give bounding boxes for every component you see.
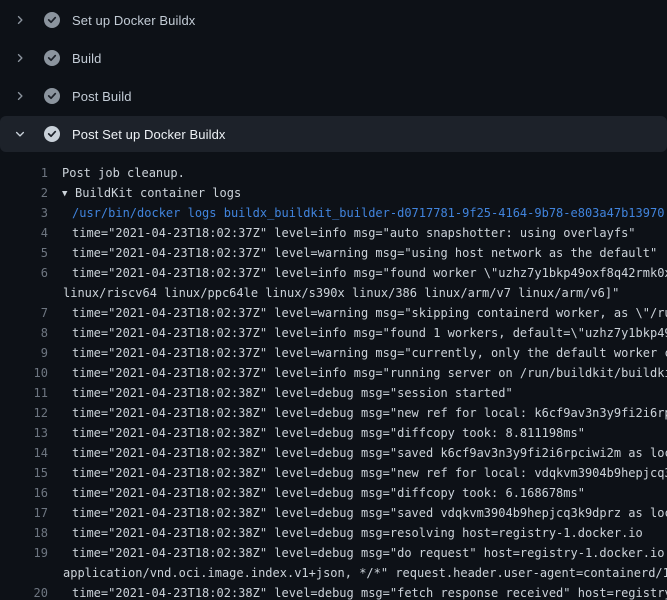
step-label: Build <box>72 51 101 66</box>
log-line-number[interactable]: 2 <box>0 183 48 203</box>
check-circle-icon <box>44 88 60 104</box>
log-line: 14 time="2021-04-23T18:02:38Z" level=deb… <box>0 443 667 463</box>
log-line: 9 time="2021-04-23T18:02:37Z" level=warn… <box>0 343 667 363</box>
log-line-text: time="2021-04-23T18:02:37Z" level=info m… <box>62 223 636 243</box>
log-line-number[interactable]: 6 <box>0 263 48 283</box>
log-line: 11 time="2021-04-23T18:02:38Z" level=deb… <box>0 383 667 403</box>
step-label: Post Set up Docker Buildx <box>72 127 226 142</box>
log-line-text: time="2021-04-23T18:02:38Z" level=debug … <box>62 523 643 543</box>
step-label: Post Build <box>72 89 132 104</box>
log-line: 1 Post job cleanup. <box>0 163 667 183</box>
log-line-number[interactable]: 13 <box>0 423 48 443</box>
log-line-text: /usr/bin/docker logs buildx_buildkit_bui… <box>62 203 664 223</box>
log-line-number[interactable]: 1 <box>0 163 48 183</box>
log-line-number[interactable]: 19 <box>0 543 48 563</box>
log-line-text: time="2021-04-23T18:02:38Z" level=debug … <box>62 503 667 523</box>
log-line-text: linux/riscv64 linux/ppc64le linux/s390x … <box>62 283 619 303</box>
log-line-number[interactable]: 15 <box>0 463 48 483</box>
chevron-down-icon <box>12 126 28 142</box>
check-circle-icon <box>44 126 60 142</box>
log-line-text: time="2021-04-23T18:02:38Z" level=debug … <box>62 463 667 483</box>
log-line-number[interactable]: 18 <box>0 523 48 543</box>
log-line-text: time="2021-04-23T18:02:38Z" level=debug … <box>62 483 585 503</box>
log-line-number[interactable]: 5 <box>0 243 48 263</box>
group-collapse-caret-icon: ▼ <box>62 184 75 204</box>
log-line-text: time="2021-04-23T18:02:38Z" level=debug … <box>62 543 667 563</box>
log-line-text: time="2021-04-23T18:02:38Z" level=debug … <box>62 583 667 600</box>
log-line: linux/riscv64 linux/ppc64le linux/s390x … <box>0 283 667 303</box>
log-line: 8 time="2021-04-23T18:02:37Z" level=info… <box>0 323 667 343</box>
log-line: 18 time="2021-04-23T18:02:38Z" level=deb… <box>0 523 667 543</box>
log-line-text: time="2021-04-23T18:02:38Z" level=debug … <box>62 423 585 443</box>
log-line-text: time="2021-04-23T18:02:37Z" level=info m… <box>62 363 667 383</box>
log-line: 4 time="2021-04-23T18:02:37Z" level=info… <box>0 223 667 243</box>
log-line-text: time="2021-04-23T18:02:37Z" level=warnin… <box>62 243 657 263</box>
log-line: 15 time="2021-04-23T18:02:38Z" level=deb… <box>0 463 667 483</box>
log-line-text: time="2021-04-23T18:02:37Z" level=warnin… <box>62 303 667 323</box>
log-line-text: Post job cleanup. <box>62 163 185 183</box>
log-line-text: time="2021-04-23T18:02:37Z" level=info m… <box>62 263 667 283</box>
log-line-number[interactable]: 7 <box>0 303 48 323</box>
log-line: 10 time="2021-04-23T18:02:37Z" level=inf… <box>0 363 667 383</box>
log-line: 17 time="2021-04-23T18:02:38Z" level=deb… <box>0 503 667 523</box>
log-line: 16 time="2021-04-23T18:02:38Z" level=deb… <box>0 483 667 503</box>
log-line-number[interactable]: 20 <box>0 583 48 600</box>
step-row-build[interactable]: Build <box>0 40 667 76</box>
log-line-number[interactable]: 10 <box>0 363 48 383</box>
log-line: 2 ▼BuildKit container logs <box>0 183 667 203</box>
log-line: application/vnd.oci.image.index.v1+json,… <box>0 563 667 583</box>
log-group-header[interactable]: ▼BuildKit container logs <box>62 183 241 203</box>
log-line: 12 time="2021-04-23T18:02:38Z" level=deb… <box>0 403 667 423</box>
log-line: 20 time="2021-04-23T18:02:38Z" level=deb… <box>0 583 667 600</box>
log-line: 7 time="2021-04-23T18:02:37Z" level=warn… <box>0 303 667 323</box>
log-line-text: time="2021-04-23T18:02:37Z" level=info m… <box>62 323 667 343</box>
log-line-number[interactable] <box>0 563 48 583</box>
log-line-number[interactable]: 17 <box>0 503 48 523</box>
steps-container: Set up Docker Buildx Build Post Build <box>0 2 667 152</box>
log-line-text: time="2021-04-23T18:02:38Z" level=debug … <box>62 383 513 403</box>
log-area: 1 Post job cleanup. 2 ▼BuildKit containe… <box>0 154 667 600</box>
log-line: 6 time="2021-04-23T18:02:37Z" level=info… <box>0 263 667 283</box>
log-line-text: time="2021-04-23T18:02:38Z" level=debug … <box>62 403 667 423</box>
log-line: 3 /usr/bin/docker logs buildx_buildkit_b… <box>0 203 667 223</box>
log-line-number[interactable]: 3 <box>0 203 48 223</box>
log-line-number[interactable]: 16 <box>0 483 48 503</box>
log-line-text: time="2021-04-23T18:02:37Z" level=warnin… <box>62 343 667 363</box>
step-row-set-up-docker-buildx[interactable]: Set up Docker Buildx <box>0 2 667 38</box>
chevron-right-icon <box>12 12 28 28</box>
step-row-post-build[interactable]: Post Build <box>0 78 667 114</box>
log-line-number[interactable]: 12 <box>0 403 48 423</box>
check-circle-icon <box>44 50 60 66</box>
chevron-right-icon <box>12 50 28 66</box>
log-line-text: application/vnd.oci.image.index.v1+json,… <box>62 563 667 583</box>
log-line: 19 time="2021-04-23T18:02:38Z" level=deb… <box>0 543 667 563</box>
check-circle-icon <box>44 12 60 28</box>
log-line-text: time="2021-04-23T18:02:38Z" level=debug … <box>62 443 667 463</box>
actions-log-viewer: Set up Docker Buildx Build Post Build <box>0 0 667 600</box>
log-line-number[interactable]: 11 <box>0 383 48 403</box>
log-line-number[interactable] <box>0 283 48 303</box>
step-list: Set up Docker Buildx Build Post Build <box>0 2 667 600</box>
log-line-number[interactable]: 8 <box>0 323 48 343</box>
log-line: 5 time="2021-04-23T18:02:37Z" level=warn… <box>0 243 667 263</box>
log-line-number[interactable]: 9 <box>0 343 48 363</box>
log-line: 13 time="2021-04-23T18:02:38Z" level=deb… <box>0 423 667 443</box>
step-row-post-set-up-docker-buildx[interactable]: Post Set up Docker Buildx <box>0 116 667 152</box>
log-line-number[interactable]: 14 <box>0 443 48 463</box>
step-label: Set up Docker Buildx <box>72 13 195 28</box>
log-line-number[interactable]: 4 <box>0 223 48 243</box>
chevron-right-icon <box>12 88 28 104</box>
